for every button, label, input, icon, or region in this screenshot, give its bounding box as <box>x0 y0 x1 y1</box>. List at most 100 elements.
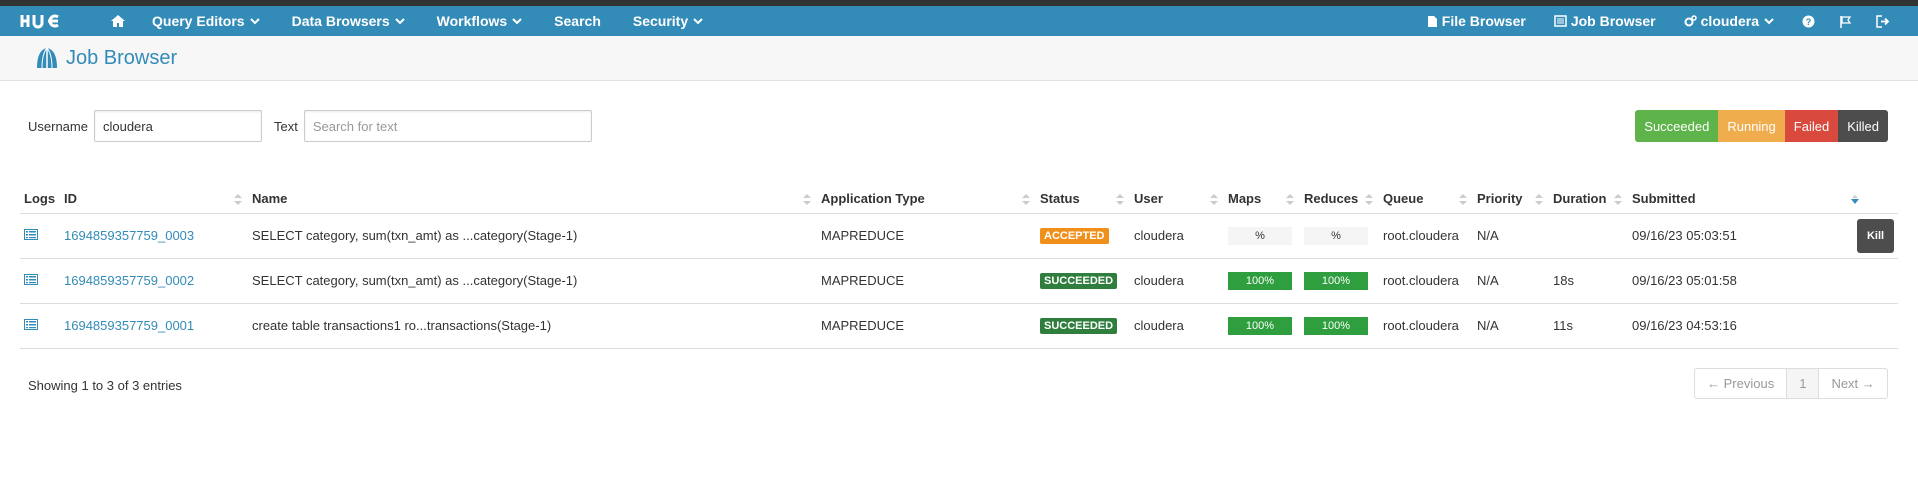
cogs-icon <box>1684 15 1697 27</box>
col-maps[interactable]: Maps <box>1224 185 1300 214</box>
tour-button[interactable] <box>1829 6 1866 36</box>
sort-icon <box>234 194 242 205</box>
col-queue[interactable]: Queue <box>1379 185 1473 214</box>
job-priority: N/A <box>1473 258 1549 304</box>
col-label: Duration <box>1553 191 1607 207</box>
sort-icon <box>1022 194 1030 205</box>
menu-security[interactable]: Security <box>617 6 719 36</box>
logs-icon <box>24 274 38 285</box>
actions-cell <box>1838 258 1898 304</box>
previous-page-button[interactable]: ← Previous <box>1695 369 1788 398</box>
job-duration <box>1549 213 1628 259</box>
job-name: create table transactions1 ro...transact… <box>248 303 817 349</box>
job-user: cloudera <box>1130 303 1224 349</box>
sort-icon <box>1210 194 1218 205</box>
job-queue: root.cloudera <box>1379 258 1473 304</box>
next-page-button[interactable]: Next → <box>1819 369 1886 398</box>
table-row: 1694859357759_0001 create table transact… <box>20 303 1898 349</box>
status-badge: ACCEPTED <box>1040 228 1109 244</box>
logout-button[interactable] <box>1866 6 1904 36</box>
job-queue: root.cloudera <box>1379 213 1473 259</box>
job-browser-label: Job Browser <box>1570 13 1656 29</box>
col-name[interactable]: Name <box>248 185 817 214</box>
file-browser-label: File Browser <box>1441 13 1526 29</box>
maps-progress: % <box>1228 226 1292 245</box>
menu-data-browsers[interactable]: Data Browsers <box>276 6 421 36</box>
col-actions <box>1838 185 1898 214</box>
main-navbar: Query Editors Data Browsers Workflows Se… <box>0 6 1918 36</box>
job-priority: N/A <box>1473 213 1549 259</box>
help-button[interactable]: ? <box>1792 6 1829 36</box>
menu-label: Query Editors <box>152 13 245 29</box>
filter-killed-button[interactable]: Killed <box>1838 110 1888 142</box>
kill-button[interactable]: Kill <box>1857 218 1894 253</box>
user-menu[interactable]: cloudera <box>1670 6 1792 36</box>
username-label: Username <box>28 118 88 134</box>
page-header: Job Browser <box>0 36 1918 81</box>
status-badge: SUCCEEDED <box>1040 273 1118 289</box>
page-number-button[interactable]: 1 <box>1787 369 1820 398</box>
logs-cell[interactable] <box>20 258 60 304</box>
reduces-progress: 100% <box>1304 316 1368 335</box>
logs-cell[interactable] <box>20 303 60 349</box>
svg-text:?: ? <box>1806 17 1812 27</box>
job-submitted: 09/16/23 05:01:58 <box>1628 258 1838 304</box>
sort-icon <box>1116 194 1124 205</box>
job-id-link[interactable]: 1694859357759_0002 <box>64 273 194 288</box>
job-id-link[interactable]: 1694859357759_0001 <box>64 318 194 333</box>
sort-icon <box>1286 194 1294 205</box>
list-alt-icon <box>1554 15 1567 27</box>
filter-running-button[interactable]: Running <box>1718 110 1785 142</box>
logs-cell[interactable] <box>20 213 60 259</box>
col-label: Priority <box>1477 191 1523 207</box>
job-user: cloudera <box>1130 258 1224 304</box>
col-user[interactable]: User <box>1130 185 1224 214</box>
job-browser-link[interactable]: Job Browser <box>1540 6 1670 36</box>
col-priority[interactable]: Priority <box>1473 185 1549 214</box>
job-submitted: 09/16/23 05:03:51 <box>1628 213 1838 259</box>
jobs-table: Logs ID Name Application Type Status Use… <box>20 185 1898 349</box>
col-label: Application Type <box>821 191 925 207</box>
col-duration[interactable]: Duration <box>1549 185 1628 214</box>
text-search-input[interactable] <box>303 110 592 142</box>
col-label: Queue <box>1383 191 1424 207</box>
col-label: User <box>1134 191 1163 207</box>
sort-icon <box>1535 194 1543 205</box>
col-label: Reduces <box>1304 191 1359 207</box>
sort-icon <box>1614 194 1622 205</box>
username-input[interactable] <box>93 110 262 142</box>
chevron-down-icon <box>1764 18 1774 25</box>
job-queue: root.cloudera <box>1379 303 1473 349</box>
col-label: Status <box>1040 191 1080 207</box>
col-id[interactable]: ID <box>60 185 248 214</box>
text-label: Text <box>273 118 298 134</box>
job-id-link[interactable]: 1694859357759_0003 <box>64 228 194 243</box>
help-icon: ? <box>1802 15 1815 27</box>
menu-label: Search <box>554 13 601 29</box>
table-row: 1694859357759_0002 SELECT category, sum(… <box>20 258 1898 304</box>
col-label: Submitted <box>1632 191 1696 207</box>
maps-progress: 100% <box>1228 316 1292 335</box>
job-app-type: MAPREDUCE <box>817 258 1036 304</box>
filter-succeeded-button[interactable]: Succeeded <box>1635 110 1719 142</box>
col-reduces[interactable]: Reduces <box>1300 185 1379 214</box>
chevron-down-icon <box>693 18 703 25</box>
menu-label: Security <box>632 13 689 29</box>
job-name: SELECT category, sum(txn_amt) as ...cate… <box>248 213 817 259</box>
job-app-type: MAPREDUCE <box>817 303 1036 349</box>
col-label: Name <box>252 191 288 207</box>
menu-label: Data Browsers <box>291 13 390 29</box>
menu-query-editors[interactable]: Query Editors <box>136 6 276 36</box>
hue-logo[interactable] <box>0 6 80 36</box>
filter-failed-button[interactable]: Failed <box>1784 110 1839 142</box>
logs-icon <box>24 229 38 240</box>
col-status[interactable]: Status <box>1036 185 1130 214</box>
menu-search[interactable]: Search <box>538 6 617 36</box>
file-browser-link[interactable]: File Browser <box>1413 6 1540 36</box>
col-submitted[interactable]: Submitted <box>1628 185 1859 214</box>
pagination: ← Previous 1 Next → <box>1694 368 1888 399</box>
col-label: Maps <box>1228 191 1262 207</box>
col-app-type[interactable]: Application Type <box>817 185 1036 214</box>
home-button[interactable] <box>100 6 136 36</box>
menu-workflows[interactable]: Workflows <box>421 6 539 36</box>
